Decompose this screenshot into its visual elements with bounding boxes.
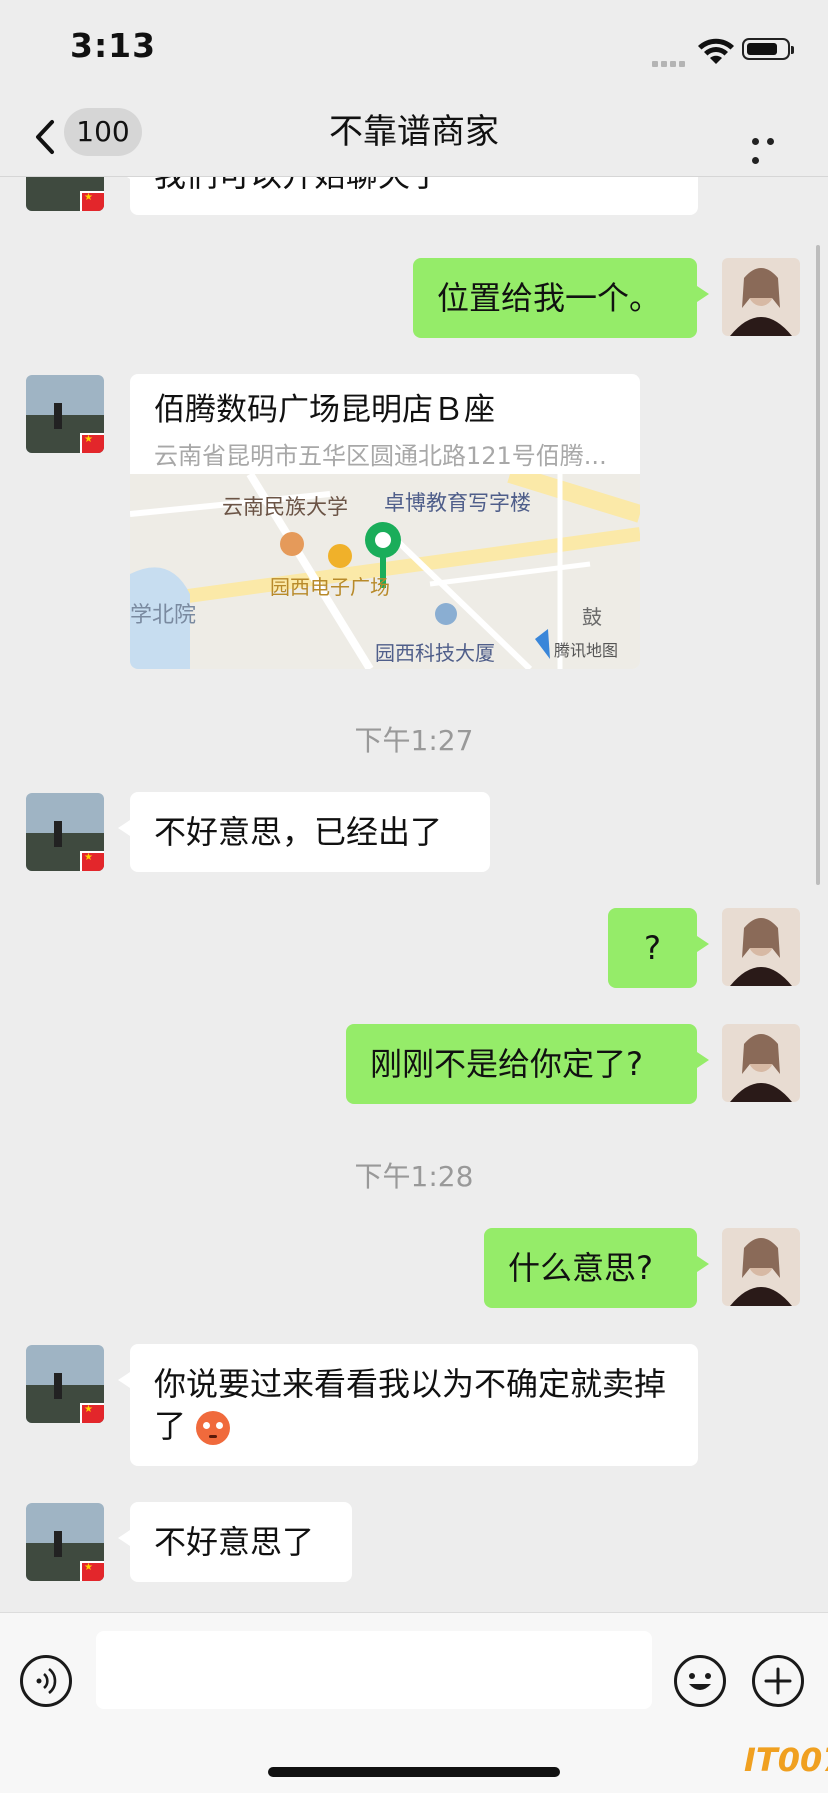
flag-icon (80, 433, 104, 453)
location-name: 佰腾数码广场昆明店Ｂ座 (154, 392, 495, 428)
message-input[interactable] (96, 1631, 652, 1709)
voice-icon[interactable] (20, 1655, 72, 1707)
message-timestamp: 下午1:27 (354, 724, 474, 757)
my-avatar[interactable] (722, 908, 800, 986)
message-text: 你说要过来看看我以为不确定就卖掉了 (154, 1365, 667, 1445)
message-text: 什么意思? (508, 1249, 653, 1287)
map-label: 云南民族大学 (222, 495, 348, 519)
battery-icon (742, 38, 794, 60)
contact-avatar[interactable] (26, 1345, 104, 1423)
my-avatar[interactable] (722, 1024, 800, 1102)
map-label: 鼓 (582, 605, 602, 629)
status-time: 3:13 (70, 26, 157, 65)
message-bubble-incoming[interactable]: 我们可以开始聊天了 (118, 177, 698, 215)
home-indicator[interactable] (268, 1767, 560, 1777)
location-message[interactable]: 佰腾数码广场昆明店Ｂ座 云南省昆明市五华区圆通北路121号佰腾... 云南民族大… (130, 374, 640, 669)
map-label: 园西电子广场 (270, 575, 390, 599)
message-bubble-outgoing[interactable]: ? (608, 908, 709, 988)
message-text: ? (644, 929, 661, 967)
message-text: 刚刚不是给你定了? (370, 1045, 643, 1083)
wifi-icon (698, 38, 734, 64)
contact-avatar[interactable] (26, 1503, 104, 1581)
emoji-icon[interactable] (674, 1655, 726, 1707)
chat-title: 不靠谱商家 (329, 112, 499, 152)
message-bubble-incoming[interactable]: 不好意思，已经出了 (118, 792, 490, 872)
chat-header: 100 不靠谱商家 (0, 100, 828, 177)
location-address: 云南省昆明市五华区圆通北路121号佰腾... (154, 442, 607, 470)
message-text: 位置给我一个。 (437, 279, 662, 317)
flushed-emoji-icon (196, 1411, 231, 1445)
map-label: 学北院 (130, 603, 196, 628)
message-bubble-incoming[interactable]: 你说要过来看看我以为不确定就卖掉了 (118, 1344, 698, 1466)
message-text: 不好意思，已经出了 (154, 813, 443, 851)
map-label: 卓博教育写字楼 (384, 491, 531, 515)
watermark-logo: IT007 (744, 1741, 828, 1779)
my-avatar[interactable] (722, 258, 800, 336)
contact-avatar[interactable] (26, 177, 104, 211)
message-text: 不好意思了 (154, 1523, 315, 1561)
message-bubble-outgoing[interactable]: 位置给我一个。 (413, 258, 709, 338)
flag-icon (80, 851, 104, 871)
map-label: 园西科技大厦 (375, 641, 495, 665)
more-dots-icon[interactable] (752, 130, 792, 164)
message-list[interactable]: 我们可以开始聊天了 位置给我一个。 佰腾数码广场昆明店Ｂ座 云南省昆明市五华区圆… (0, 177, 828, 1609)
message-text: 我们可以开始聊天了 (154, 177, 442, 194)
flag-icon (80, 1561, 104, 1581)
message-bubble-outgoing[interactable]: 什么意思? (484, 1228, 709, 1308)
flag-icon (80, 191, 104, 211)
message-timestamp: 下午1:28 (354, 1160, 474, 1193)
my-avatar[interactable] (722, 1228, 800, 1306)
scrollbar[interactable] (816, 245, 820, 885)
message-bubble-outgoing[interactable]: 刚刚不是给你定了? (346, 1024, 709, 1104)
contact-avatar[interactable] (26, 375, 104, 453)
message-bubble-incoming[interactable]: 不好意思了 (118, 1502, 352, 1582)
map-attribution: 腾讯地图 (554, 641, 618, 660)
contact-avatar[interactable] (26, 793, 104, 871)
plus-icon[interactable] (752, 1655, 804, 1707)
flag-icon (80, 1403, 104, 1423)
input-bar: IT007 (0, 1612, 828, 1793)
status-bar: 3:13 (0, 0, 828, 100)
cellular-signal-icon (652, 52, 688, 71)
location-map[interactable]: 云南民族大学 卓博教育写字楼 园西电子广场 学北院 园西科技大厦 鼓 腾讯地图 (130, 474, 640, 669)
